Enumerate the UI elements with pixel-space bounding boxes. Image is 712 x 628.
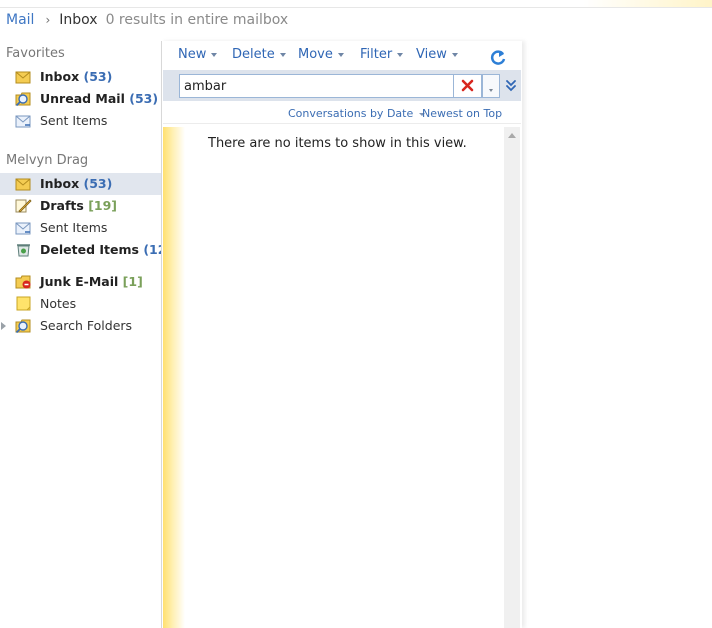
- search-bar: [163, 70, 521, 101]
- sidebar-item-sent-items[interactable]: Sent Items: [0, 217, 161, 239]
- sidebar-item-junk-email[interactable]: Junk E-Mail [1]: [0, 271, 161, 293]
- breadcrumb-mail-link[interactable]: Mail: [6, 12, 34, 28]
- sidebar-item-label: Drafts [19]: [40, 198, 118, 213]
- sidebar-item-notes[interactable]: Notes: [0, 293, 161, 315]
- inbox-icon: [15, 178, 31, 191]
- refresh-icon[interactable]: [489, 49, 507, 67]
- search-result-count: 0 results in entire mailbox: [105, 12, 289, 28]
- sidebar-item-label: Sent Items: [40, 220, 108, 235]
- breadcrumb-current-folder: Inbox: [59, 12, 98, 28]
- sidebar-item-search-folders[interactable]: Search Folders: [0, 315, 161, 337]
- deleted-items-icon: [17, 244, 30, 257]
- delete-button[interactable]: Delete: [232, 47, 286, 62]
- empty-list-message: There are no items to show in this view.: [208, 136, 467, 151]
- sidebar-item-label: Unread Mail (53): [40, 91, 159, 106]
- sidebar-item-label: Junk E-Mail [1]: [40, 274, 143, 289]
- top-divider: [0, 7, 712, 8]
- filter-button[interactable]: Filter: [360, 47, 404, 62]
- sent-items-icon: [15, 115, 31, 128]
- search-input[interactable]: [179, 74, 454, 98]
- arrange-by-button[interactable]: Conversations by Date: [288, 107, 426, 120]
- sidebar-item-label: Inbox (53): [40, 69, 113, 84]
- sidebar-item-label: Deleted Items (123): [40, 242, 181, 257]
- message-list: There are no items to show in this view.: [163, 127, 521, 628]
- vertical-scrollbar[interactable]: [504, 127, 520, 628]
- chevron-down-icon: [211, 52, 218, 57]
- chevron-down-icon: [397, 52, 404, 57]
- clear-search-button[interactable]: [454, 74, 482, 98]
- chevron-down-icon: [337, 52, 344, 57]
- list-accent-strip: [163, 127, 185, 628]
- sidebar-item-label: Notes: [40, 296, 77, 311]
- drafts-icon: [15, 199, 32, 213]
- view-button[interactable]: View: [416, 47, 458, 62]
- sidebar-item-inbox[interactable]: Inbox (53): [0, 173, 161, 195]
- sidebar-item-label: Search Folders: [40, 318, 133, 333]
- move-button[interactable]: Move: [298, 47, 344, 62]
- chevron-down-icon: [489, 89, 493, 92]
- message-list-pane: New Delete Move Filter View Conversation…: [161, 41, 522, 628]
- chevron-down-icon: [279, 52, 286, 57]
- new-button[interactable]: New: [178, 47, 218, 62]
- sidebar-item-unread-mail[interactable]: Unread Mail (53): [0, 88, 161, 110]
- sidebar-item-favorite-inbox[interactable]: Inbox (53): [0, 66, 161, 88]
- notes-icon: [16, 296, 31, 311]
- search-folder-icon: [15, 92, 31, 106]
- sidebar-item-label: Sent Items: [40, 113, 108, 128]
- toolbar: New Delete Move Filter View: [162, 41, 522, 69]
- sent-items-icon: [15, 222, 31, 235]
- close-icon: [461, 79, 474, 92]
- sidebar-item-deleted-items[interactable]: Deleted Items (123): [0, 239, 181, 261]
- search-folder-icon: [15, 319, 31, 333]
- inbox-icon: [15, 71, 31, 84]
- folder-sidebar: Favorites Inbox (53) Unread Mail (53) Se…: [0, 40, 181, 628]
- search-options-dropdown[interactable]: [482, 74, 500, 98]
- favorites-heading: Favorites: [6, 46, 65, 61]
- expand-arrow-icon[interactable]: [1, 322, 6, 330]
- breadcrumb-chevron-icon: ›: [45, 13, 51, 27]
- breadcrumb: Mail › Inbox 0 results in entire mailbox: [6, 12, 288, 28]
- double-chevron-down-icon[interactable]: [505, 79, 517, 93]
- sort-bar: Conversations by Date Newest on Top: [163, 101, 521, 124]
- scroll-up-icon[interactable]: [508, 133, 516, 138]
- account-heading: Melvyn Drag: [6, 153, 89, 168]
- chevron-down-icon: [451, 52, 458, 57]
- sidebar-item-drafts[interactable]: Drafts [19]: [0, 195, 161, 217]
- sidebar-item-label: Inbox (53): [40, 176, 113, 191]
- sidebar-item-favorite-sent-items[interactable]: Sent Items: [0, 110, 161, 132]
- junk-mail-icon: [15, 275, 31, 289]
- sort-order-button[interactable]: Newest on Top: [422, 107, 502, 120]
